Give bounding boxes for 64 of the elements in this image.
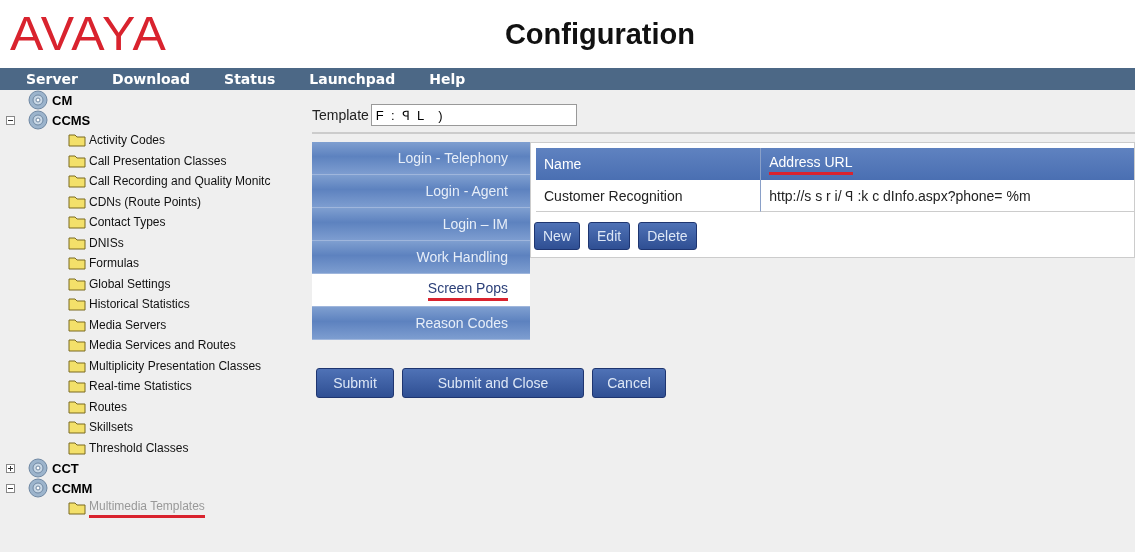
tree-item[interactable]: Threshold Classes: [89, 440, 189, 455]
table-cell: Customer Recognition: [536, 180, 761, 212]
disc-icon: [28, 90, 48, 110]
tree-item[interactable]: Formulas: [89, 256, 139, 271]
folder-icon: [68, 297, 86, 312]
tree-node[interactable]: CCT: [52, 460, 79, 476]
form-button[interactable]: Cancel: [592, 368, 666, 398]
disc-icon: [28, 110, 48, 130]
folder-icon: [68, 133, 86, 148]
folder-icon: [68, 399, 86, 414]
tree-node[interactable]: CM: [52, 92, 73, 108]
tree-item[interactable]: Call Recording and Quality Monitc: [89, 174, 271, 189]
folder-icon: [68, 338, 86, 353]
disc-icon: [28, 458, 48, 478]
folder-icon: [68, 379, 86, 394]
collapse-icon[interactable]: [6, 115, 15, 125]
logo: AVAYA: [10, 6, 167, 62]
tree-item[interactable]: Historical Statistics: [89, 297, 190, 312]
template-label: Template: [312, 107, 369, 123]
tree-item[interactable]: Multiplicity Presentation Classes: [89, 358, 262, 373]
folder-icon: [68, 276, 86, 291]
tab[interactable]: Screen Pops: [312, 274, 530, 307]
form-button[interactable]: Submit and Close: [402, 368, 584, 398]
menu-item[interactable]: Launchpad: [309, 71, 396, 87]
column-header: Name: [536, 148, 761, 180]
folder-icon: [68, 235, 86, 250]
folder-icon: [68, 440, 86, 455]
tree-item[interactable]: Real-time Statistics: [89, 379, 192, 394]
folder-icon: [68, 420, 86, 435]
tree-item[interactable]: Media Servers: [89, 317, 167, 332]
tree-item[interactable]: Global Settings: [89, 276, 171, 291]
tree-item[interactable]: DNISs: [89, 235, 124, 250]
folder-icon: [68, 153, 86, 168]
template-field[interactable]: F : ꟼ L ): [370, 104, 577, 126]
tree-item[interactable]: Contact Types: [89, 215, 166, 230]
column-header: Address URL: [760, 148, 1134, 180]
folder-icon: [68, 358, 86, 373]
table-button[interactable]: Delete: [638, 222, 697, 250]
table-button[interactable]: Edit: [588, 222, 631, 250]
disc-icon: [28, 478, 48, 498]
folder-icon: [68, 215, 86, 230]
menu-item[interactable]: Status: [224, 71, 276, 87]
collapse-icon[interactable]: [6, 483, 15, 493]
folder-icon: [68, 256, 86, 271]
tree-item[interactable]: CDNs (Route Points): [89, 194, 202, 209]
tree-node[interactable]: CCMS: [52, 112, 91, 128]
table-button[interactable]: New: [534, 222, 580, 250]
form-button[interactable]: Submit: [316, 368, 394, 398]
folder-icon: [68, 174, 86, 189]
menu-item[interactable]: Server: [26, 71, 78, 87]
tree-node[interactable]: CCMM: [52, 480, 93, 496]
table-cell: http://s s r i/ ꟼ :k c dInfo.aspx?phone= %m: [760, 180, 1134, 212]
folder-icon: [68, 501, 86, 516]
tree-item[interactable]: Skillsets: [89, 420, 133, 435]
tree-item[interactable]: Routes: [89, 399, 128, 414]
tree-item[interactable]: Call Presentation Classes: [89, 153, 227, 168]
folder-icon: [68, 317, 86, 332]
menu-item[interactable]: Help: [429, 71, 466, 87]
page-title: Configuration: [504, 17, 695, 51]
folder-icon: [68, 194, 86, 209]
menu-item[interactable]: Download: [112, 71, 191, 87]
expand-icon[interactable]: [6, 463, 15, 473]
tree-item[interactable]: Media Services and Routes: [89, 338, 236, 353]
tree-item[interactable]: Activity Codes: [89, 133, 166, 148]
